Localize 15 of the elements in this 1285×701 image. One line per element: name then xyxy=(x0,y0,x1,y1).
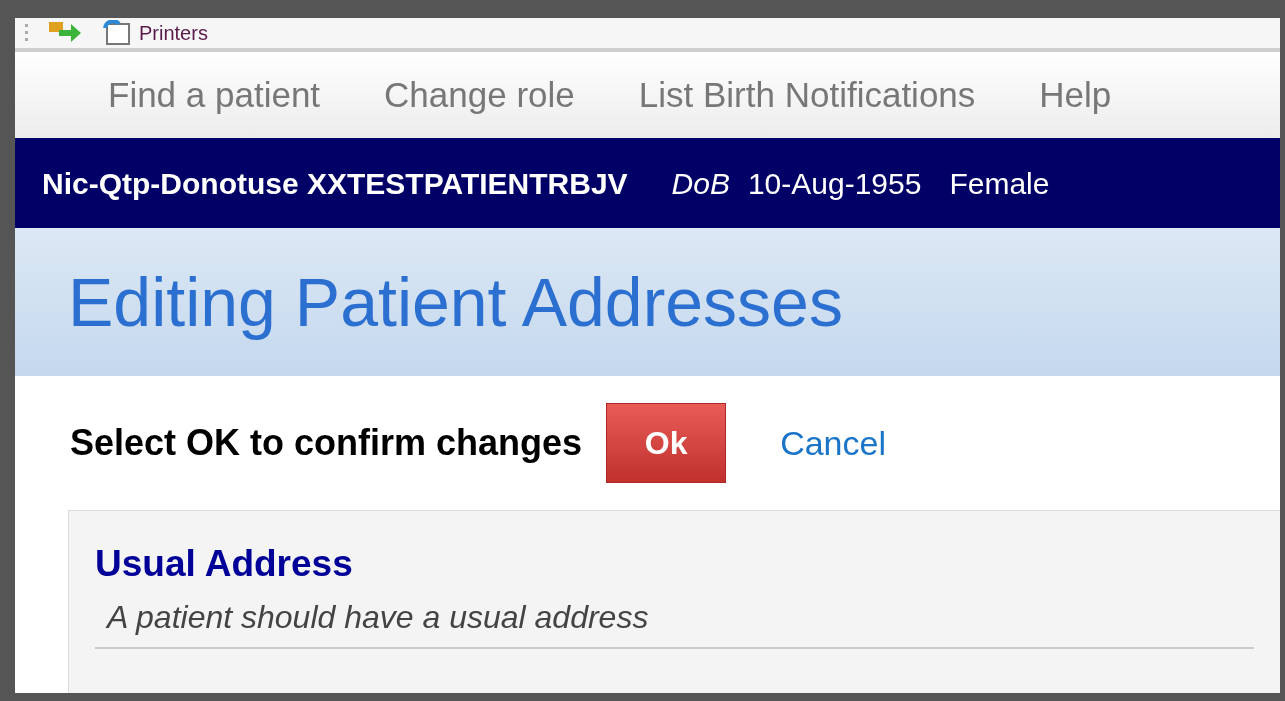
nav-link[interactable]: Change role xyxy=(384,68,575,122)
gender-value: Female xyxy=(949,165,1050,202)
grip-icon xyxy=(25,22,29,44)
nav-link[interactable]: List Birth Notifications xyxy=(638,68,976,122)
nav-link[interactable]: Find a patient xyxy=(108,68,321,122)
dob-value: 10-Aug-1955 xyxy=(747,165,922,202)
toolbar-label[interactable]: Printers xyxy=(139,23,208,43)
dob-label: DoB xyxy=(671,165,730,202)
cancel-link[interactable]: Cancel xyxy=(780,417,886,469)
section-title: Usual Address xyxy=(95,542,354,586)
section-hint: A patient should have a usual address xyxy=(107,598,650,638)
nav-link[interactable]: Help xyxy=(1039,68,1112,122)
patient-name: Nic-Qtp-Donotuse XXTESTPATIENTRBJV xyxy=(42,165,628,202)
confirm-prompt: Select OK to confirm changes xyxy=(70,421,583,465)
ok-button[interactable]: Ok xyxy=(606,403,727,483)
